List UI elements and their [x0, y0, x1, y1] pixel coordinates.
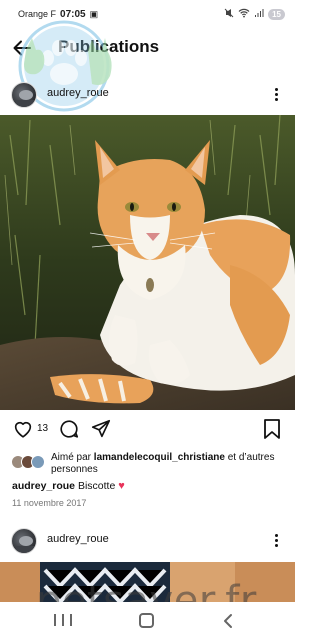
notification-icon: ▣ — [89, 8, 99, 19]
status-time: 07:05 — [60, 8, 86, 20]
status-bar: Orange F 07:05 ▣ 15 — [0, 0, 295, 28]
arrow-left-icon — [13, 40, 31, 56]
next-post-header: audrey_roue — [0, 520, 295, 560]
caption-username[interactable]: audrey_roue — [12, 480, 75, 492]
status-right: 15 — [224, 8, 285, 20]
next-post-image[interactable] — [0, 562, 295, 602]
avatar[interactable] — [11, 82, 37, 108]
page-title: Publications — [58, 37, 160, 56]
recents-icon[interactable] — [54, 614, 72, 628]
post-date: 11 novembre 2017 — [12, 498, 87, 508]
bookmark-icon[interactable] — [263, 418, 281, 440]
post-caption: audrey_roue Biscotte ♥ — [12, 480, 125, 492]
liked-by[interactable]: Aimé par lamandelecoquil_christiane et d… — [11, 452, 291, 478]
battery-badge: 15 — [268, 8, 285, 20]
mute-icon — [224, 8, 234, 20]
avatar — [31, 455, 45, 469]
avatar[interactable] — [11, 528, 37, 554]
heart-icon[interactable] — [12, 418, 34, 440]
wifi-icon — [238, 8, 250, 20]
liker-avatars — [11, 455, 47, 469]
app-header: Publications — [0, 28, 295, 68]
signal-icon — [254, 8, 264, 20]
more-options-icon[interactable] — [271, 530, 281, 550]
liked-by-text: Aimé par lamandelecoquil_christiane et d… — [51, 452, 291, 476]
home-icon[interactable] — [139, 613, 154, 628]
post-header: audrey_roue — [0, 74, 295, 114]
post-username[interactable]: audrey_roue — [47, 87, 109, 99]
system-nav-bar — [0, 602, 295, 640]
back-nav-icon[interactable] — [221, 613, 235, 629]
caption-text: Biscotte — [77, 480, 116, 492]
carrier-name: Orange F — [18, 9, 57, 19]
liked-by-user[interactable]: lamandelecoquil_christiane — [94, 452, 225, 463]
liked-by-prefix: Aimé par — [51, 452, 92, 463]
next-post-username[interactable]: audrey_roue — [47, 533, 109, 545]
back-button[interactable] — [10, 36, 34, 60]
status-left: Orange F 07:05 ▣ — [18, 9, 98, 20]
more-options-icon[interactable] — [271, 84, 281, 104]
share-icon[interactable] — [90, 418, 112, 440]
comment-icon[interactable] — [58, 418, 80, 440]
post-image[interactable] — [0, 115, 295, 410]
heart-emoji-icon: ♥ — [118, 480, 125, 492]
like-count[interactable]: 13 — [37, 423, 48, 434]
post-actions: 13 — [0, 414, 295, 444]
